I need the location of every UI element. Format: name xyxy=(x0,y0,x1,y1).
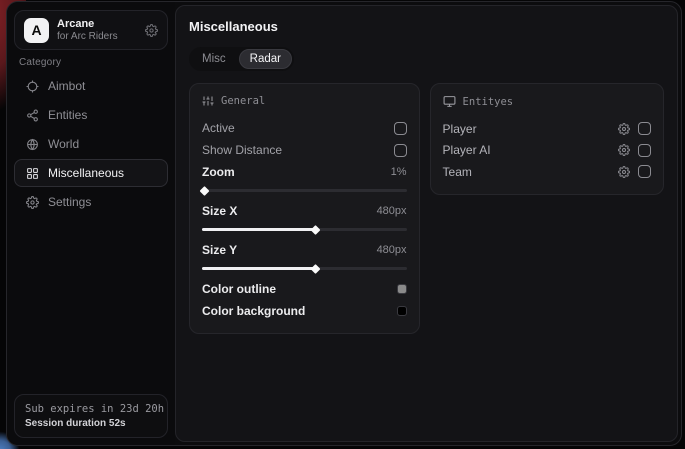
color-outline-row: Color outline xyxy=(202,278,407,300)
size-y-row: Size Y 480px xyxy=(202,239,407,261)
page-title: Miscellaneous xyxy=(189,19,664,34)
team-label: Team xyxy=(443,165,472,179)
sidebar-item-label: Settings xyxy=(48,195,91,209)
active-checkbox[interactable] xyxy=(394,122,407,135)
active-row: Active xyxy=(202,117,407,139)
size-x-row: Size X 480px xyxy=(202,200,407,222)
size-x-slider-fill xyxy=(202,228,315,231)
zoom-value: 1% xyxy=(391,166,407,178)
crosshair-icon xyxy=(25,80,39,93)
show-distance-label: Show Distance xyxy=(202,143,282,157)
brand-card: A Arcane for Arc Riders xyxy=(14,10,168,50)
entity-row-team: Team xyxy=(443,161,651,183)
size-y-value: 480px xyxy=(377,244,407,256)
zoom-slider[interactable] xyxy=(202,189,407,192)
zoom-label: Zoom xyxy=(202,165,235,179)
panels-row: General Active Show Distance Zoom 1% xyxy=(189,83,664,334)
size-x-slider[interactable] xyxy=(202,228,407,231)
show-distance-checkbox[interactable] xyxy=(394,144,407,157)
sidebar-item-label: Miscellaneous xyxy=(48,166,124,180)
entities-panel-header: Entityes xyxy=(443,95,651,108)
app-window: A Arcane for Arc Riders Category Aimbot xyxy=(6,1,682,446)
subscription-card: Sub expires in 23d 20h Session duration … xyxy=(14,394,168,438)
tab-bar: Misc Radar xyxy=(189,47,294,71)
sidebar-item-settings[interactable]: Settings xyxy=(14,188,168,216)
show-distance-row: Show Distance xyxy=(202,139,407,161)
color-outline-swatch[interactable] xyxy=(397,284,407,294)
entities-panel-title: Entityes xyxy=(463,96,514,108)
brand-subtitle: for Arc Riders xyxy=(57,31,137,43)
size-x-slider-thumb[interactable] xyxy=(310,225,320,235)
globe-icon xyxy=(25,138,39,151)
size-y-slider[interactable] xyxy=(202,267,407,270)
sidebar-item-aimbot[interactable]: Aimbot xyxy=(14,72,168,100)
gear-icon[interactable] xyxy=(618,123,630,135)
size-y-slider-fill xyxy=(202,267,315,270)
general-panel-title: General xyxy=(221,95,265,107)
gear-icon[interactable] xyxy=(618,166,630,178)
monitor-icon xyxy=(443,95,456,108)
player-checkbox[interactable] xyxy=(638,122,651,135)
active-label: Active xyxy=(202,121,235,135)
sidebar-item-world[interactable]: World xyxy=(14,130,168,158)
sidebar-nav: Aimbot Entities World Miscellaneous xyxy=(14,72,168,216)
gear-icon[interactable] xyxy=(145,24,158,37)
sidebar-item-label: World xyxy=(48,137,79,151)
entity-row-player: Player xyxy=(443,118,651,140)
player-ai-checkbox[interactable] xyxy=(638,144,651,157)
size-y-label: Size Y xyxy=(202,243,237,257)
gear-icon xyxy=(25,196,39,209)
tab-misc[interactable]: Misc xyxy=(191,49,237,69)
brand-name: Arcane xyxy=(57,18,137,31)
sliders-icon xyxy=(202,95,214,107)
sub-expiry-text: Sub expires in 23d 20h xyxy=(25,403,157,415)
size-x-value: 480px xyxy=(377,205,407,217)
brand-text: Arcane for Arc Riders xyxy=(57,18,137,42)
brand-logo: A xyxy=(24,18,49,43)
team-checkbox[interactable] xyxy=(638,165,651,178)
sidebar-item-entities[interactable]: Entities xyxy=(14,101,168,129)
player-ai-label: Player AI xyxy=(443,143,491,157)
gear-icon[interactable] xyxy=(618,144,630,156)
color-background-row: Color background xyxy=(202,300,407,322)
color-background-swatch[interactable] xyxy=(397,306,407,316)
sidebar-item-miscellaneous[interactable]: Miscellaneous xyxy=(14,159,168,187)
general-panel-header: General xyxy=(202,95,407,107)
zoom-slider-thumb[interactable] xyxy=(200,186,210,196)
general-panel: General Active Show Distance Zoom 1% xyxy=(189,83,420,334)
sidebar-item-label: Entities xyxy=(48,108,87,122)
session-duration-text: Session duration 52s xyxy=(25,418,157,429)
size-x-label: Size X xyxy=(202,204,237,218)
size-y-slider-thumb[interactable] xyxy=(310,264,320,274)
entities-panel: Entityes Player Player AI xyxy=(430,83,664,195)
grid-icon xyxy=(25,167,39,180)
category-label: Category xyxy=(19,57,61,68)
sidebar-item-label: Aimbot xyxy=(48,79,85,93)
color-background-label: Color background xyxy=(202,304,305,318)
zoom-row: Zoom 1% xyxy=(202,161,407,183)
main-content: Miscellaneous Misc Radar General Active xyxy=(175,5,678,442)
player-label: Player xyxy=(443,122,477,136)
color-outline-label: Color outline xyxy=(202,282,276,296)
tab-radar[interactable]: Radar xyxy=(239,49,292,69)
entity-row-player-ai: Player AI xyxy=(443,140,651,162)
sidebar: A Arcane for Arc Riders Category Aimbot xyxy=(7,2,175,445)
entities-icon xyxy=(25,109,39,122)
